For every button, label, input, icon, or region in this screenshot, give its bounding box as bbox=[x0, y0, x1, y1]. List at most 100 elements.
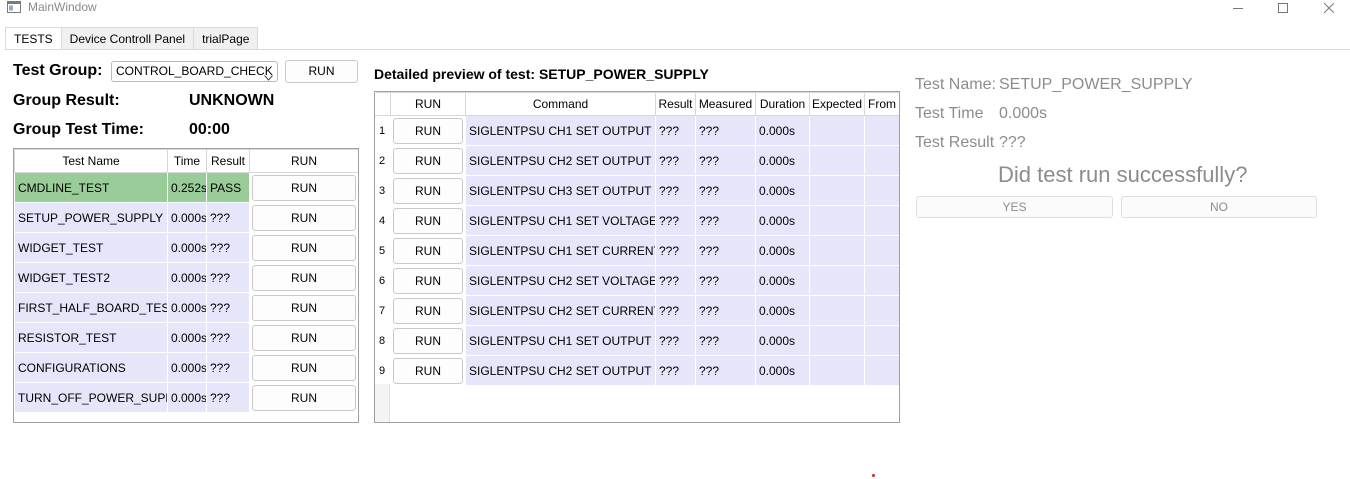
run-command-button[interactable]: RUN bbox=[393, 177, 463, 204]
table-row[interactable]: 3 RUN SIGLENTPSU CH3 SET OUTPUT OFF ??? … bbox=[375, 175, 899, 206]
run-command-button[interactable]: RUN bbox=[393, 237, 463, 264]
test-time-value: 0.000s bbox=[999, 105, 1048, 122]
run-test-button[interactable]: RUN bbox=[252, 234, 356, 261]
no-button[interactable]: NO bbox=[1121, 196, 1317, 218]
table-row[interactable]: 8 RUN SIGLENTPSU CH1 SET OUTPUT ON ??? ?… bbox=[375, 325, 899, 356]
test-group-label: Test Group: bbox=[13, 62, 103, 79]
chevron-down-icon bbox=[264, 68, 273, 87]
test-time-label: Test Time bbox=[915, 105, 984, 122]
test-group-select[interactable]: CONTROL_BOARD_CHECK bbox=[111, 61, 278, 82]
table-row[interactable]: 5 RUN SIGLENTPSU CH1 SET CURRENT 0.35 ??… bbox=[375, 235, 899, 266]
group-test-time-value: 00:00 bbox=[189, 121, 230, 138]
run-test-button[interactable]: RUN bbox=[252, 204, 356, 231]
table-row[interactable]: WIDGET_TEST2 0.000s ??? RUN bbox=[14, 262, 358, 293]
success-question: Did test run successfully? bbox=[998, 162, 1248, 187]
command-cell: SIGLENTPSU CH3 SET OUTPUT OFF bbox=[465, 175, 656, 206]
column-header-result[interactable]: Result bbox=[655, 92, 696, 116]
run-command-button[interactable]: RUN bbox=[393, 147, 463, 174]
table-row[interactable]: CONFIGURATIONS 0.000s ??? RUN bbox=[14, 352, 358, 383]
run-command-button[interactable]: RUN bbox=[393, 357, 463, 384]
maximize-icon bbox=[1278, 3, 1288, 13]
group-test-table[interactable]: Test Name Time Result RUN CMDLINE_TEST 0… bbox=[13, 148, 359, 423]
run-test-button[interactable]: RUN bbox=[252, 354, 356, 381]
group-test-time-label: Group Test Time: bbox=[13, 121, 144, 138]
table-row[interactable]: RESISTOR_TEST 0.000s ??? RUN bbox=[14, 322, 358, 353]
column-header-measured[interactable]: Measured bbox=[695, 92, 756, 116]
row-number: 9 bbox=[375, 355, 391, 386]
expected-cell bbox=[809, 115, 865, 146]
table-row[interactable]: WIDGET_TEST 0.000s ??? RUN bbox=[14, 232, 358, 263]
run-command-button[interactable]: RUN bbox=[393, 297, 463, 324]
test-time-cell: 0.000s bbox=[167, 292, 207, 323]
run-group-button[interactable]: RUN bbox=[285, 60, 358, 83]
row-number: 6 bbox=[375, 265, 391, 296]
from-cell bbox=[864, 295, 899, 326]
run-command-button[interactable]: RUN bbox=[393, 267, 463, 294]
table-row[interactable]: 9 RUN SIGLENTPSU CH2 SET OUTPUT ON ??? ?… bbox=[375, 355, 899, 386]
column-header-duration[interactable]: Duration bbox=[755, 92, 810, 116]
command-cell: SIGLENTPSU CH1 SET VOLTAGE 3.25 bbox=[465, 205, 656, 236]
measured-cell: ??? bbox=[695, 325, 756, 356]
test-time-cell: 0.000s bbox=[167, 262, 207, 293]
table-row[interactable]: 4 RUN SIGLENTPSU CH1 SET VOLTAGE 3.25 ??… bbox=[375, 205, 899, 236]
run-test-button[interactable]: RUN bbox=[252, 174, 356, 201]
duration-cell: 0.000s bbox=[755, 355, 810, 386]
row-number: 1 bbox=[375, 115, 391, 146]
preview-command-table[interactable]: RUN Command Result Measured Duration Exp… bbox=[374, 91, 900, 423]
tab-tests[interactable]: TESTS bbox=[5, 27, 62, 51]
duration-cell: 0.000s bbox=[755, 205, 810, 236]
close-button[interactable] bbox=[1306, 0, 1350, 16]
test-time-cell: 0.000s bbox=[167, 232, 207, 263]
tab-device-control-panel[interactable]: Device Controll Panel bbox=[60, 27, 195, 50]
command-cell: SIGLENTPSU CH1 SET CURRENT 0.35 bbox=[465, 235, 656, 266]
table-row[interactable]: 1 RUN SIGLENTPSU CH1 SET OUTPUT OFF ??? … bbox=[375, 115, 899, 146]
table-row[interactable]: FIRST_HALF_BOARD_TEST 0.000s ??? RUN bbox=[14, 292, 358, 323]
column-header-command[interactable]: Command bbox=[465, 92, 656, 116]
row-number: 3 bbox=[375, 175, 391, 206]
column-header-expected[interactable]: Expected bbox=[809, 92, 865, 116]
yes-button[interactable]: YES bbox=[916, 196, 1113, 218]
from-cell bbox=[864, 235, 899, 266]
preview-test-name: SETUP_POWER_SUPPLY bbox=[538, 66, 709, 82]
run-command-button[interactable]: RUN bbox=[393, 117, 463, 144]
measured-cell: ??? bbox=[695, 265, 756, 296]
run-command-button[interactable]: RUN bbox=[393, 327, 463, 354]
row-number: 4 bbox=[375, 205, 391, 236]
column-header-from[interactable]: From bbox=[864, 92, 899, 116]
run-test-button[interactable]: RUN bbox=[252, 384, 356, 411]
table-row[interactable]: TURN_OFF_POWER_SUPPLY 0.000s ??? RUN bbox=[14, 382, 358, 413]
test-name-cell: TURN_OFF_POWER_SUPPLY bbox=[14, 382, 168, 413]
title-bar: MainWindow bbox=[0, 0, 1350, 24]
column-header-test-name[interactable]: Test Name bbox=[14, 149, 168, 173]
table-row[interactable]: 2 RUN SIGLENTPSU CH2 SET OUTPUT OFF ??? … bbox=[375, 145, 899, 176]
from-cell bbox=[864, 355, 899, 386]
result-cell: ??? bbox=[655, 325, 696, 356]
run-test-button[interactable]: RUN bbox=[252, 294, 356, 321]
measured-cell: ??? bbox=[695, 145, 756, 176]
column-header-run[interactable]: RUN bbox=[249, 149, 358, 173]
table-row[interactable]: CMDLINE_TEST 0.252s PASS RUN bbox=[14, 172, 358, 203]
expected-cell bbox=[809, 205, 865, 236]
column-header-time[interactable]: Time bbox=[167, 149, 207, 173]
result-cell: ??? bbox=[655, 115, 696, 146]
command-cell: SIGLENTPSU CH2 SET OUTPUT OFF bbox=[465, 145, 656, 176]
duration-cell: 0.000s bbox=[755, 235, 810, 266]
test-result-cell: ??? bbox=[206, 382, 250, 413]
test-time-cell: 0.000s bbox=[167, 202, 207, 233]
maximize-button[interactable] bbox=[1260, 0, 1306, 16]
group-result-label: Group Result: bbox=[13, 92, 120, 109]
column-header-run[interactable]: RUN bbox=[390, 92, 466, 116]
column-header-result[interactable]: Result bbox=[206, 149, 250, 173]
measured-cell: ??? bbox=[695, 235, 756, 266]
table-row[interactable]: 6 RUN SIGLENTPSU CH2 SET VOLTAGE 7 ??? ?… bbox=[375, 265, 899, 296]
tab-trial-page[interactable]: trialPage bbox=[193, 27, 259, 50]
table-row[interactable]: 7 RUN SIGLENTPSU CH2 SET CURRENT 0.7 ???… bbox=[375, 295, 899, 326]
run-test-button[interactable]: RUN bbox=[252, 324, 356, 351]
row-number: 8 bbox=[375, 325, 391, 356]
run-command-button[interactable]: RUN bbox=[393, 207, 463, 234]
table-row[interactable]: SETUP_POWER_SUPPLY 0.000s ??? RUN bbox=[14, 202, 358, 233]
result-cell: ??? bbox=[655, 205, 696, 236]
run-test-button[interactable]: RUN bbox=[252, 264, 356, 291]
minimize-button[interactable] bbox=[1215, 0, 1261, 16]
close-icon bbox=[1324, 3, 1334, 13]
